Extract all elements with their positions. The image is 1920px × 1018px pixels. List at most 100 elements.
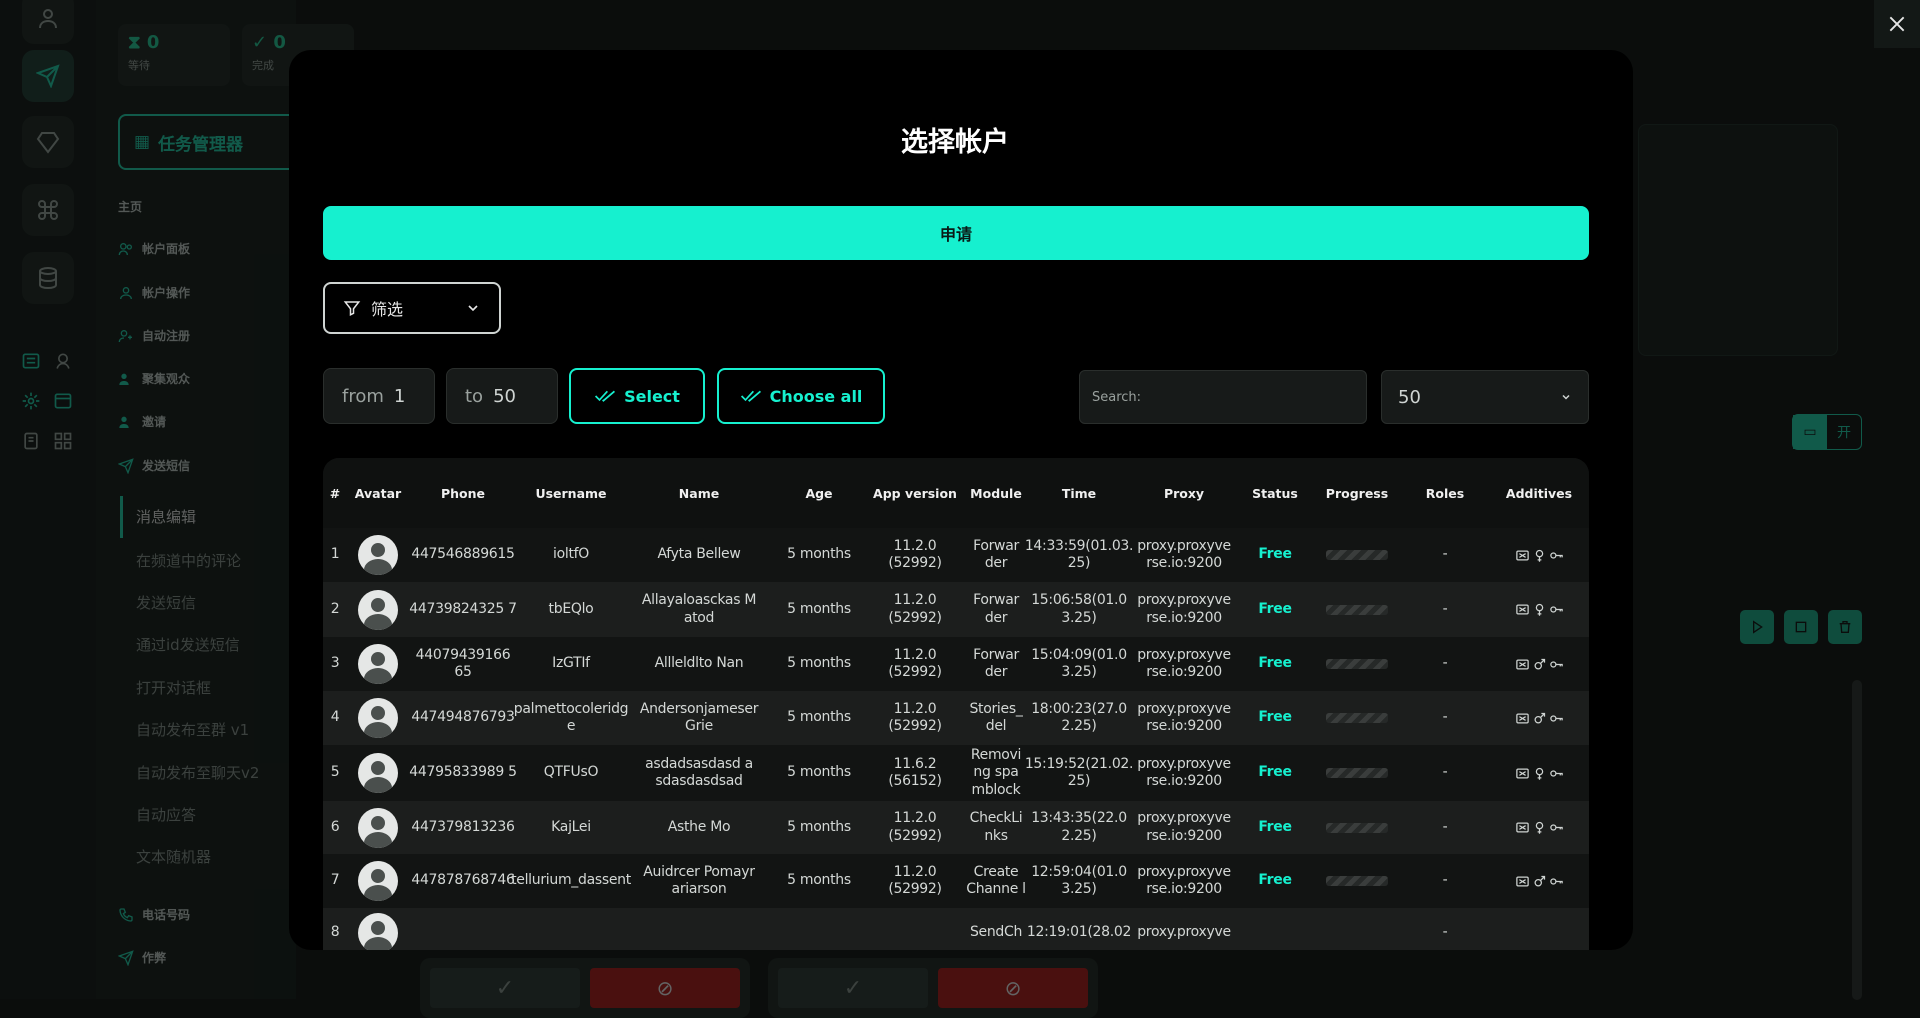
stop-button[interactable] bbox=[1784, 610, 1818, 644]
chevron-down-icon bbox=[468, 305, 478, 312]
column-header-app-version[interactable]: App version bbox=[865, 458, 965, 528]
cell-name: Allayaloasckas M atod bbox=[641, 592, 757, 626]
doc-icon[interactable] bbox=[20, 430, 42, 452]
cell-avatar bbox=[347, 637, 409, 691]
table-row[interactable]: 3 44079439166 65 IzGTIf Allleldlto Nan 5 mon… bbox=[323, 637, 1589, 691]
cell-age: 5 months bbox=[787, 546, 851, 563]
ban-icon: ⊘ bbox=[1004, 976, 1022, 1000]
cell-avatar bbox=[347, 582, 409, 637]
cell-roles: - bbox=[1442, 818, 1448, 835]
delete-button[interactable] bbox=[1828, 610, 1862, 644]
column-header-time[interactable]: Time bbox=[1027, 458, 1131, 528]
folder-open-button[interactable]: ▭ 开 bbox=[1792, 414, 1862, 450]
per-page-select[interactable]: 50 bbox=[1381, 370, 1589, 424]
confirm-button[interactable]: ✓ bbox=[430, 968, 580, 1008]
sub-message-edit[interactable]: 消息编辑 bbox=[136, 506, 196, 527]
cell-progress bbox=[1313, 854, 1401, 908]
close-modal-button[interactable] bbox=[1874, 0, 1920, 48]
grid-icon[interactable] bbox=[52, 430, 74, 452]
sub-send-sms[interactable]: 发送短信 bbox=[136, 592, 196, 613]
nav-invite[interactable]: 邀请 bbox=[118, 413, 166, 430]
user-search-icon[interactable] bbox=[52, 350, 74, 372]
column-header-roles[interactable]: Roles bbox=[1401, 458, 1489, 528]
table-row[interactable]: 7 447878768746 tellurium_dassent Auidrcer P… bbox=[323, 854, 1589, 908]
command-icon[interactable] bbox=[22, 184, 74, 236]
nav-cheat[interactable]: 作弊 bbox=[118, 949, 166, 966]
cell-username: palmettocoleridg e bbox=[513, 700, 629, 735]
cell-proxy: proxy.proxyve rse.io:9200 bbox=[1137, 592, 1231, 626]
sub-auto-reply[interactable]: 自动应答 bbox=[136, 804, 196, 825]
search-input[interactable]: Search: bbox=[1079, 370, 1367, 424]
cancel-button[interactable]: ⊘ bbox=[590, 968, 740, 1008]
cell-module: Forwar der bbox=[973, 646, 1019, 681]
column-header-name[interactable]: Name bbox=[625, 458, 773, 528]
cell-age: 5 months bbox=[787, 655, 851, 672]
table-row[interactable]: 4 447494876793 palmettocoleridg e Andersonj… bbox=[323, 691, 1589, 745]
to-input[interactable]: to 50 bbox=[446, 368, 558, 424]
accounts-table: # Avatar Phone Username Name Age App version Mo… bbox=[323, 458, 1589, 950]
cancel-button[interactable]: ⊘ bbox=[938, 968, 1088, 1008]
sub-open-dialog[interactable]: 打开对话框 bbox=[136, 677, 211, 698]
profile-icon[interactable] bbox=[22, 0, 74, 44]
cell-username bbox=[517, 908, 625, 950]
nav-phone-numbers[interactable]: 电话号码 bbox=[118, 906, 190, 923]
column-header-age[interactable]: Age bbox=[773, 458, 865, 528]
sub-text-randomizer[interactable]: 文本随机器 bbox=[136, 846, 211, 867]
nav-account-actions[interactable]: 帐户操作 bbox=[118, 284, 190, 301]
table-row[interactable]: 8 SendCh 12:19:01(28.02 proxy.proxyve - bbox=[323, 908, 1589, 950]
nav-send-sms[interactable]: 发送短信 bbox=[118, 457, 190, 474]
background-scrollbar[interactable] bbox=[1852, 680, 1862, 1000]
cell-proxy: proxy.proxyve bbox=[1137, 924, 1231, 941]
table-row[interactable]: 5 44795833989 5 QTFUsO asdadsasdasd a sdasd… bbox=[323, 745, 1589, 801]
column-header-status[interactable]: Status bbox=[1237, 458, 1313, 528]
column-header-row-number[interactable]: # bbox=[323, 458, 347, 528]
nav-gather-audience[interactable]: 聚集观众 bbox=[118, 370, 190, 387]
task-manager-button[interactable]: ▦ 任务管理器 bbox=[118, 114, 318, 170]
nav-auto-register[interactable]: 自动注册 bbox=[118, 327, 190, 344]
list-icon[interactable] bbox=[20, 350, 42, 372]
progress-bar bbox=[1326, 822, 1388, 833]
bottom-card-1: ✓ ⊘ bbox=[420, 958, 750, 1018]
sub-channel-comments[interactable]: 在频道中的评论 bbox=[136, 550, 241, 571]
cell-proxy: proxy.proxyve rse.io:9200 bbox=[1137, 810, 1231, 844]
play-button[interactable] bbox=[1740, 610, 1774, 644]
cell-roles: - bbox=[1442, 709, 1448, 726]
cell-name: Auidrcer Pomayr ariarson bbox=[643, 863, 755, 898]
table-row[interactable]: 6 447379813236 KajLei Asthe Mo 5 months 11.2.… bbox=[323, 801, 1589, 854]
cell-module: Removi ng spa mblock bbox=[970, 746, 1022, 798]
confirm-button[interactable]: ✓ bbox=[778, 968, 928, 1008]
column-header-proxy[interactable]: Proxy bbox=[1131, 458, 1237, 528]
cell-progress bbox=[1313, 691, 1401, 745]
choose-all-button[interactable]: Choose all bbox=[717, 368, 885, 424]
column-header-module[interactable]: Module bbox=[965, 458, 1027, 528]
select-button[interactable]: Select bbox=[569, 368, 705, 424]
settings-icon[interactable] bbox=[20, 390, 42, 412]
send-nav-icon[interactable] bbox=[22, 50, 74, 102]
nav-accounts-panel[interactable]: 帐户面板 bbox=[118, 240, 190, 257]
sub-autopost-v1[interactable]: 自动发布至群 v1 bbox=[136, 719, 249, 740]
apply-button[interactable]: 申请 bbox=[323, 206, 1589, 260]
cell-time: 15:04:09(01.0 3.25) bbox=[1031, 646, 1127, 681]
column-header-username[interactable]: Username bbox=[517, 458, 625, 528]
cell-app-version: 11.6.2 (56152) bbox=[888, 755, 942, 790]
filter-dropdown[interactable]: 筛选 bbox=[323, 282, 501, 334]
cell-phone: 447494876793 bbox=[411, 709, 515, 726]
cell-time: 12:59:04(01.0 3.25) bbox=[1031, 863, 1127, 898]
sub-autopost-v2[interactable]: 自动发布至聊天v2 bbox=[136, 762, 259, 783]
table-row[interactable]: 1 447546889615 ioltfO Afyta Bellew 5 months 1… bbox=[323, 528, 1589, 582]
table-row[interactable]: 2 44739824325 7 tbEQlo Allayaloasckas M ato… bbox=[323, 582, 1589, 637]
female-icon bbox=[1535, 603, 1543, 616]
column-header-additives[interactable]: Additives bbox=[1489, 458, 1589, 528]
database-icon[interactable] bbox=[22, 252, 74, 304]
diamond-icon[interactable] bbox=[22, 116, 74, 168]
cell-progress bbox=[1313, 637, 1401, 691]
nav-home[interactable]: 主页 bbox=[118, 198, 142, 215]
from-input[interactable]: from 1 bbox=[323, 368, 435, 424]
window-icon[interactable] bbox=[52, 390, 74, 412]
cell-proxy: proxy.proxyve rse.io:9200 bbox=[1137, 537, 1231, 572]
column-header-phone[interactable]: Phone bbox=[409, 458, 517, 528]
key-icon bbox=[1549, 824, 1563, 831]
sub-send-by-id[interactable]: 通过id发送短信 bbox=[136, 634, 240, 655]
column-header-progress[interactable]: Progress bbox=[1313, 458, 1401, 528]
column-header-avatar[interactable]: Avatar bbox=[347, 458, 409, 528]
